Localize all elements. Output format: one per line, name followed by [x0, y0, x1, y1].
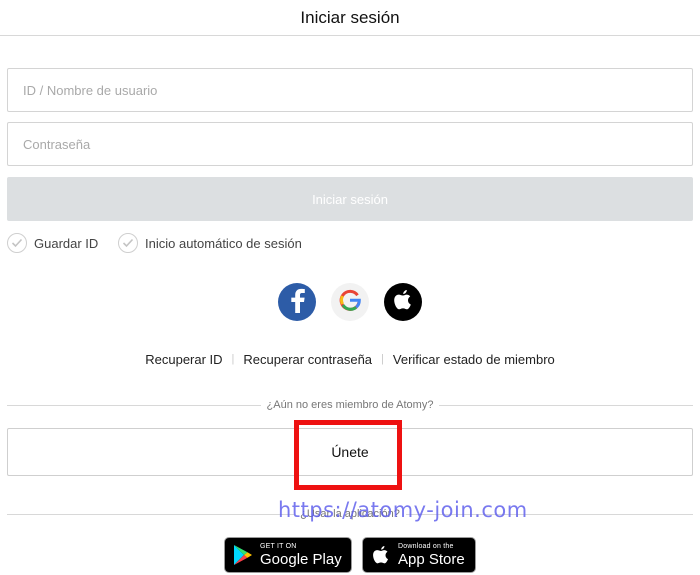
google-play-icon [232, 544, 254, 566]
recover-id-link[interactable]: Recuperar ID [145, 352, 222, 367]
member-divider: ¿Aún no eres miembro de Atomy? [7, 398, 694, 412]
apple-login-button[interactable] [384, 283, 422, 321]
checkmark-icon [7, 233, 27, 253]
username-input[interactable] [7, 68, 693, 112]
divider-line [439, 404, 694, 406]
page-header: Iniciar sesión [0, 0, 700, 36]
save-id-label: Guardar ID [34, 235, 99, 251]
google-icon [339, 289, 361, 316]
checkmark-icon [118, 233, 138, 253]
verify-member-status-link[interactable]: Verificar estado de miembro [393, 352, 555, 367]
auto-login-checkbox[interactable]: Inicio automático de sesión [118, 231, 302, 255]
apple-icon [393, 289, 413, 316]
link-separator: | [231, 353, 235, 365]
password-input[interactable] [7, 122, 693, 166]
apple-icon [370, 544, 392, 566]
google-play-small-text: GET IT ON [260, 543, 297, 550]
login-button[interactable]: Iniciar sesión [7, 177, 693, 221]
app-store-big-text: App Store [398, 551, 465, 568]
facebook-login-button[interactable] [278, 283, 316, 321]
auto-login-label: Inicio automático de sesión [145, 235, 302, 251]
app-store-badge[interactable]: Download on the App Store [362, 537, 476, 573]
app-store-small-text: Download on the [398, 543, 454, 550]
google-play-badge[interactable]: GET IT ON Google Play [224, 537, 352, 573]
link-separator: | [381, 353, 384, 365]
watermark: https://atomy-join.com [278, 498, 528, 522]
save-id-checkbox[interactable]: Guardar ID [7, 231, 98, 255]
facebook-icon [287, 287, 307, 318]
account-links: Recuperar ID | Recuperar contraseña | Ve… [0, 350, 700, 368]
join-button[interactable]: Únete [7, 428, 693, 476]
page-title: Iniciar sesión [300, 7, 400, 27]
member-prompt: ¿Aún no eres miembro de Atomy? [266, 399, 434, 411]
divider-line [7, 404, 261, 406]
google-login-button[interactable] [331, 283, 369, 321]
google-play-big-text: Google Play [260, 551, 342, 568]
divider-line [7, 513, 295, 515]
recover-password-link[interactable]: Recuperar contraseña [243, 352, 372, 367]
